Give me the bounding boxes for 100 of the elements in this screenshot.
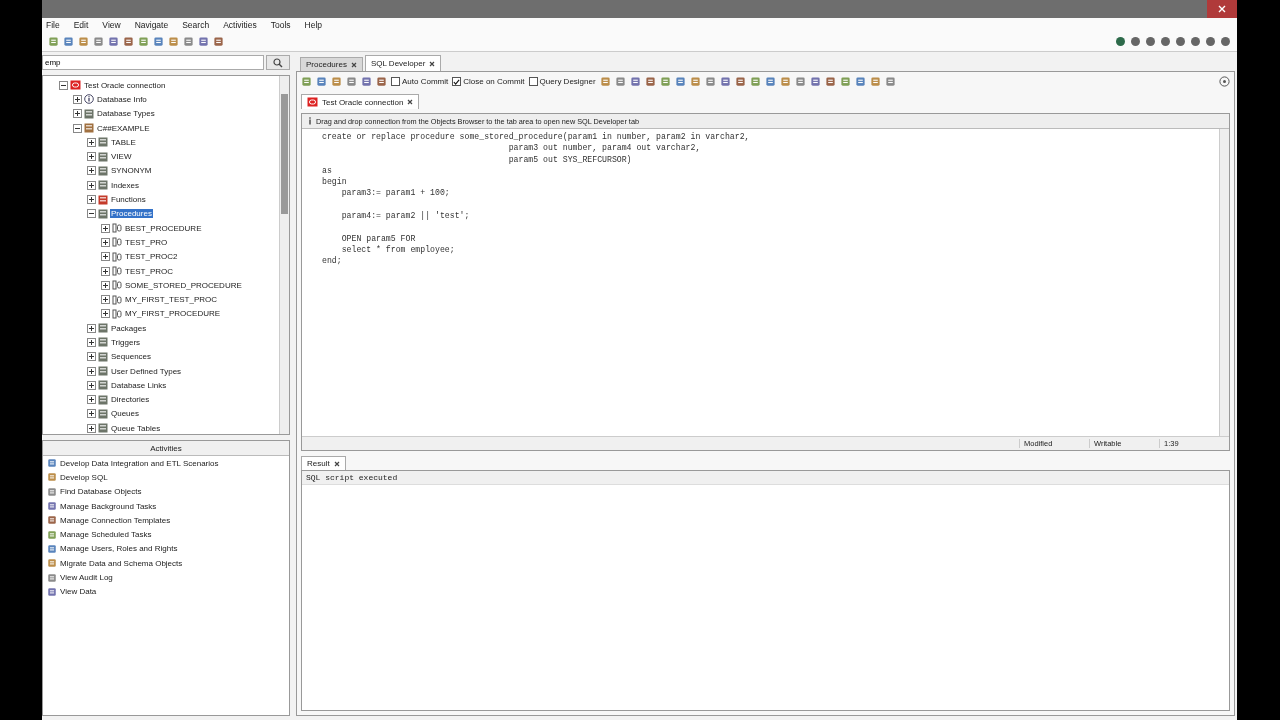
- toolbar-icon[interactable]: [719, 76, 731, 87]
- collapse-icon[interactable]: [87, 209, 96, 219]
- document-tab[interactable]: Procedures: [300, 57, 363, 71]
- menu-item[interactable]: Navigate: [134, 20, 169, 30]
- menu-item[interactable]: File: [46, 20, 60, 30]
- tree-item[interactable]: Packages: [110, 323, 148, 333]
- toolbar-icon[interactable]: [93, 36, 104, 47]
- toolbar-icon[interactable]: [123, 36, 134, 47]
- toolbar-icon[interactable]: [734, 76, 746, 87]
- expand-icon[interactable]: [73, 94, 82, 104]
- menu-item[interactable]: Activities: [223, 20, 257, 30]
- toolbar-icon[interactable]: [809, 76, 821, 87]
- toolbar-icon[interactable]: [1130, 36, 1141, 47]
- toolbar-icon[interactable]: [1220, 36, 1231, 47]
- toolbar-icon[interactable]: [644, 76, 656, 87]
- activity-item[interactable]: Manage Users, Roles and Rights: [60, 544, 178, 554]
- document-tab[interactable]: SQL Developer: [364, 55, 442, 71]
- tree-item[interactable]: Queues: [110, 409, 141, 419]
- toolbar-icon[interactable]: [839, 76, 851, 87]
- activity-item[interactable]: Manage Scheduled Tasks: [60, 530, 152, 540]
- tree-item[interactable]: Test Oracle connection: [83, 80, 167, 90]
- activity-icon[interactable]: [47, 572, 57, 583]
- activity-icon[interactable]: [47, 486, 57, 497]
- expand-icon[interactable]: [87, 323, 96, 333]
- toolbar-icon[interactable]: [764, 76, 776, 87]
- toolbar-icon[interactable]: [331, 76, 342, 87]
- close-icon[interactable]: [350, 61, 357, 68]
- toolbar-icon[interactable]: [869, 76, 881, 87]
- close-icon[interactable]: [429, 60, 436, 67]
- tree-item[interactable]: MY_FIRST_PROCEDURE: [124, 309, 222, 319]
- expand-icon[interactable]: [87, 409, 96, 419]
- menu-item[interactable]: Help: [304, 20, 322, 30]
- activity-item[interactable]: View Data: [60, 587, 97, 597]
- collapse-icon[interactable]: [73, 123, 82, 133]
- tree-item[interactable]: TEST_PRO: [124, 237, 169, 247]
- activity-item[interactable]: View Audit Log: [60, 573, 113, 582]
- tree-item[interactable]: Functions: [110, 195, 147, 204]
- expand-icon[interactable]: [101, 266, 110, 276]
- activity-item[interactable]: Develop SQL: [60, 472, 108, 482]
- tree-item[interactable]: SOME_STORED_PROCEDURE: [124, 280, 243, 290]
- close-icon[interactable]: [333, 460, 340, 467]
- activity-icon[interactable]: [47, 558, 57, 569]
- toolbar-icon[interactable]: [1160, 36, 1171, 47]
- expand-icon[interactable]: [87, 366, 96, 376]
- toolbar-icon[interactable]: [659, 76, 671, 87]
- toolbar-icon[interactable]: [48, 36, 59, 47]
- collapse-icon[interactable]: [59, 80, 68, 90]
- toolbar-icon[interactable]: [779, 76, 791, 87]
- tree-item[interactable]: C##EXAMPLE: [96, 123, 151, 133]
- expand-icon[interactable]: [87, 166, 96, 176]
- toolbar-icon[interactable]: [78, 36, 89, 47]
- scrollbar[interactable]: [1219, 129, 1229, 436]
- expand-icon[interactable]: [87, 352, 96, 362]
- close-button[interactable]: [1207, 0, 1237, 18]
- toolbar-icon[interactable]: [213, 36, 224, 47]
- expand-icon[interactable]: [87, 395, 96, 405]
- expand-icon[interactable]: [101, 280, 110, 290]
- toolbar-icon[interactable]: [1205, 36, 1216, 47]
- activity-item[interactable]: Manage Background Tasks: [60, 501, 157, 511]
- tree-item[interactable]: Database Types: [96, 109, 156, 119]
- toolbar-icon[interactable]: [614, 76, 626, 87]
- toolbar-icon[interactable]: [153, 36, 164, 47]
- tree-item[interactable]: Indexes: [110, 180, 141, 190]
- toolbar-icon[interactable]: [599, 76, 611, 87]
- toolbar-icon[interactable]: [629, 76, 641, 87]
- expand-icon[interactable]: [87, 152, 96, 162]
- tree-item[interactable]: Triggers: [110, 338, 142, 347]
- toolbar-icon[interactable]: [376, 76, 387, 87]
- toolbar-icon[interactable]: [346, 76, 357, 87]
- tree-item[interactable]: TEST_PROC: [124, 266, 174, 276]
- expand-icon[interactable]: [87, 380, 96, 390]
- tree-item[interactable]: Queue Tables: [110, 423, 162, 433]
- menu-item[interactable]: View: [102, 20, 121, 30]
- option-checkbox[interactable]: Close on Commit: [452, 77, 525, 86]
- expand-icon[interactable]: [101, 223, 110, 233]
- search-button[interactable]: [266, 55, 290, 70]
- toolbar-icon[interactable]: [749, 76, 761, 87]
- activity-icon[interactable]: [47, 472, 57, 483]
- activity-icon[interactable]: [47, 543, 57, 554]
- expand-icon[interactable]: [87, 137, 96, 147]
- toolbar-icon[interactable]: [1175, 36, 1186, 47]
- toolbar-icon[interactable]: [674, 76, 686, 87]
- tree-item[interactable]: Procedures: [110, 209, 153, 219]
- toolbar-icon[interactable]: [316, 76, 327, 87]
- toolbar-icon[interactable]: [168, 36, 179, 47]
- toolbar-icon[interactable]: [138, 36, 149, 47]
- expand-icon[interactable]: [87, 338, 96, 347]
- result-tab[interactable]: Result: [301, 456, 346, 470]
- tree-item[interactable]: VIEW: [110, 152, 133, 162]
- toolbar-icon[interactable]: [689, 76, 701, 87]
- menu-item[interactable]: Tools: [270, 20, 291, 30]
- toolbar-icon[interactable]: [1145, 36, 1156, 47]
- search-field[interactable]: emp: [42, 55, 264, 70]
- connection-tab[interactable]: Test Oracle connection: [301, 94, 420, 109]
- tree-item[interactable]: Sequences: [110, 352, 153, 362]
- expand-icon[interactable]: [87, 195, 96, 204]
- activity-icon[interactable]: [47, 586, 57, 597]
- expand-icon[interactable]: [101, 309, 110, 319]
- activity-item[interactable]: Migrate Data and Schema Objects: [60, 558, 183, 568]
- scrollbar[interactable]: [279, 76, 289, 434]
